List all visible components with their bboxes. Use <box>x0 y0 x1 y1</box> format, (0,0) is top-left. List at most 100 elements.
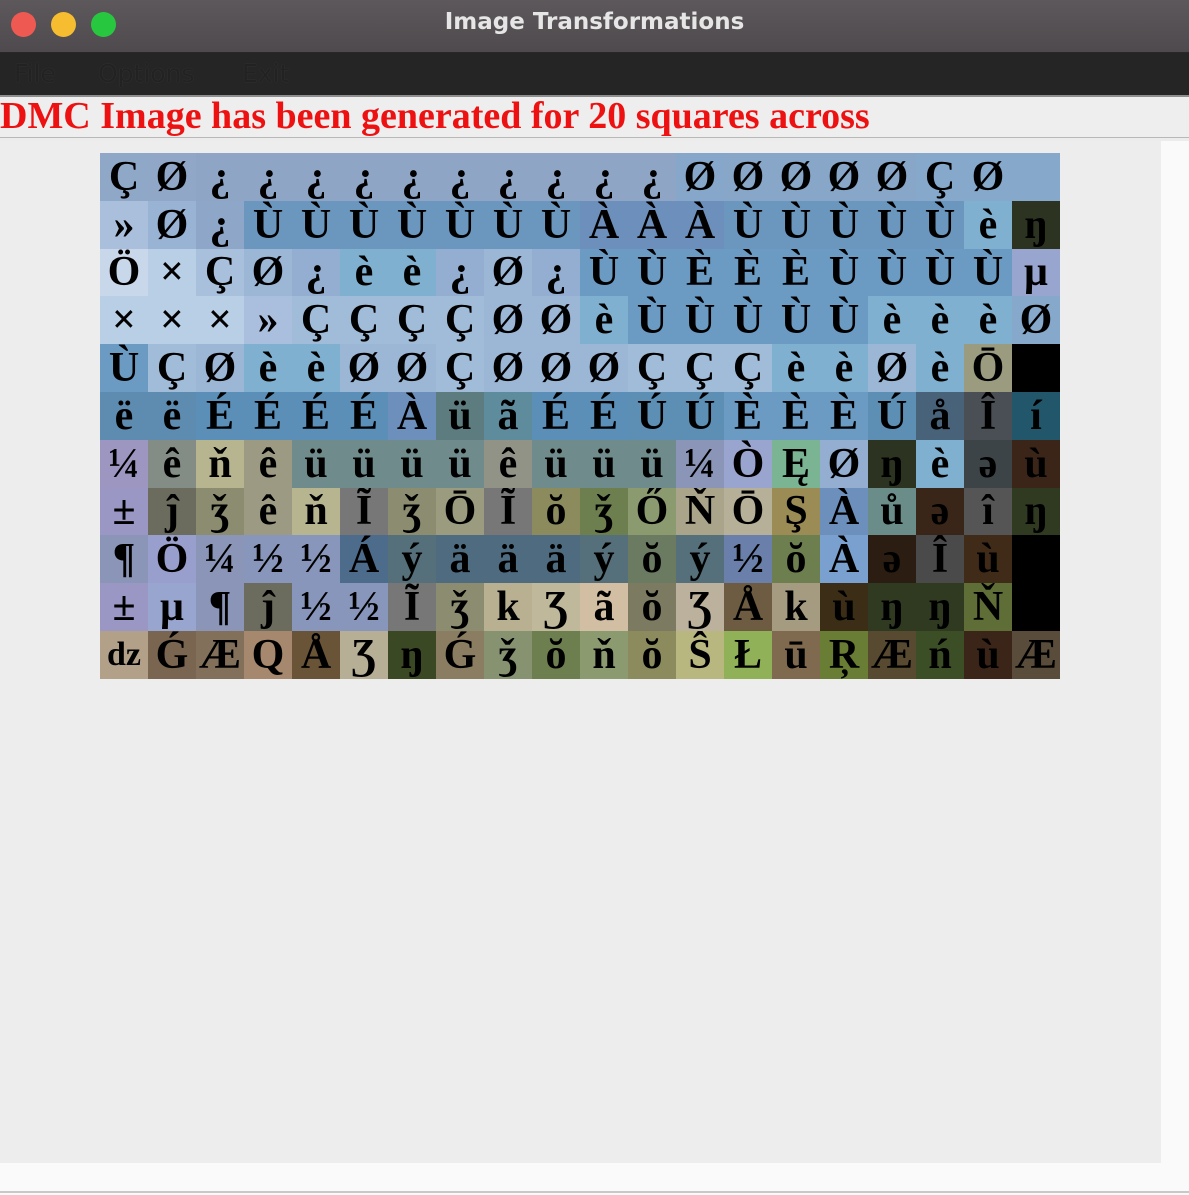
mosaic-cell: Ş <box>772 487 820 536</box>
mosaic-cell: » <box>244 296 292 345</box>
mosaic-cell: ê <box>244 487 292 536</box>
mosaic-cell: ý <box>580 535 628 584</box>
mosaic-cell: Ù <box>724 200 772 249</box>
mosaic-cell: É <box>580 391 628 440</box>
mosaic-cell: Ö <box>148 535 196 584</box>
mosaic-cell: ŏ <box>628 583 676 631</box>
mosaic-cell: Q <box>244 630 292 679</box>
mosaic-cell: Ł <box>724 630 772 679</box>
mosaic-cell <box>1012 583 1060 631</box>
mosaic-cell: ¿ <box>628 153 676 201</box>
mosaic-cell: Ù <box>388 200 436 249</box>
mosaic-cell: Ù <box>724 296 772 345</box>
mosaic-cell: È <box>676 248 724 297</box>
mosaic-cell: ü <box>436 439 484 488</box>
mosaic-cell: × <box>148 248 196 297</box>
mosaic-cell: Ʒ <box>340 630 388 679</box>
mosaic-cell: ŏ <box>628 535 676 584</box>
mosaic-cell: è <box>340 248 388 297</box>
mosaic-cell: ŋ <box>868 583 916 631</box>
mosaic-cell: Ç <box>676 344 724 392</box>
mosaic-cell: Ù <box>964 248 1012 297</box>
mosaic-cell: È <box>772 248 820 297</box>
mosaic-cell: Ù <box>772 200 820 249</box>
mosaic-cell: ¿ <box>388 153 436 201</box>
mosaic-cell: É <box>244 391 292 440</box>
mosaic-cell: ŋ <box>388 630 436 679</box>
mosaic-cell: ¿ <box>436 153 484 201</box>
mosaic-cell: È <box>724 391 772 440</box>
mosaic-cell: ê <box>244 439 292 488</box>
mosaic-cell: ¿ <box>244 153 292 201</box>
mosaic-cell: ¿ <box>484 153 532 201</box>
mosaic-cell: Ø <box>820 439 868 488</box>
mosaic-cell: ǯ <box>388 487 436 536</box>
mosaic-cell: Ù <box>676 296 724 345</box>
mosaic-cell: ǯ <box>580 487 628 536</box>
mosaic-cell: ë <box>148 391 196 440</box>
mosaic-cell: dz <box>100 630 148 679</box>
mosaic-cell: è <box>964 296 1012 345</box>
menu-options[interactable]: Options <box>98 59 194 88</box>
mosaic-cell: Î <box>916 535 964 584</box>
mosaic-cell: Æ <box>1012 630 1060 679</box>
menu-file[interactable]: File <box>14 59 56 88</box>
mosaic-cell: Ç <box>724 344 772 392</box>
mosaic-cell: Ù <box>916 248 964 297</box>
mosaic-cell: ê <box>484 439 532 488</box>
menu-bar: File Options Exit <box>0 53 1189 97</box>
mosaic-cell: Ø <box>724 153 772 201</box>
mosaic-cell: è <box>580 296 628 345</box>
mosaic-cell: Ø <box>772 153 820 201</box>
mosaic-cell: ə <box>916 487 964 536</box>
mosaic-cell: ū <box>772 630 820 679</box>
mosaic-cell: è <box>916 296 964 345</box>
mosaic-cell: Ŝ <box>676 630 724 679</box>
mosaic-cell: Ù <box>628 296 676 345</box>
mosaic-cell: Ő <box>628 487 676 536</box>
mosaic-cell <box>1012 153 1060 201</box>
mosaic-cell: Ù <box>916 200 964 249</box>
mosaic-cell: ± <box>100 583 148 631</box>
mosaic-cell: Ù <box>244 200 292 249</box>
mosaic-cell: ½ <box>244 535 292 584</box>
mosaic-cell: Ō <box>436 487 484 536</box>
mosaic-cell: ¿ <box>196 200 244 249</box>
mosaic-cell: Ø <box>388 344 436 392</box>
mosaic-cell: Ö <box>100 248 148 297</box>
mosaic-cell: ü <box>388 439 436 488</box>
mosaic-cell: Ø <box>532 344 580 392</box>
mosaic-cell: ń <box>916 630 964 679</box>
mosaic-cell: Å <box>724 583 772 631</box>
mosaic-cell: Ù <box>820 296 868 345</box>
mosaic-cell: À <box>580 200 628 249</box>
mosaic-cell: ä <box>436 535 484 584</box>
mosaic-cell: Ø <box>244 248 292 297</box>
mosaic-cell: Ʒ <box>676 583 724 631</box>
mosaic-cell: ¿ <box>580 153 628 201</box>
mosaic-cell: ü <box>580 439 628 488</box>
mosaic-cell: Ø <box>484 296 532 345</box>
mosaic-cell: Ŗ <box>820 630 868 679</box>
mosaic-cell: ŋ <box>868 439 916 488</box>
mosaic-cell: Ù <box>772 296 820 345</box>
mosaic-cell: Ù <box>436 200 484 249</box>
mosaic-cell: Ù <box>484 200 532 249</box>
mosaic-cell: É <box>340 391 388 440</box>
status-message: DMC Image has been generated for 20 squa… <box>0 95 870 137</box>
mosaic-cell: ǯ <box>484 630 532 679</box>
menu-exit[interactable]: Exit <box>242 59 289 88</box>
mosaic-cell: ŋ <box>1012 487 1060 536</box>
mosaic-cell: À <box>628 200 676 249</box>
mosaic-cell: ¿ <box>340 153 388 201</box>
mosaic-cell: ü <box>628 439 676 488</box>
mosaic-cell: Á <box>340 535 388 584</box>
mosaic-cell: ý <box>388 535 436 584</box>
mosaic-cell: Ň <box>676 487 724 536</box>
mosaic-cell: Ø <box>868 344 916 392</box>
mosaic-cell: Ø <box>964 153 1012 201</box>
mosaic-cell: è <box>772 344 820 392</box>
mosaic-cell: è <box>820 344 868 392</box>
mosaic-cell: ¼ <box>676 439 724 488</box>
mosaic-cell: Ç <box>100 153 148 201</box>
